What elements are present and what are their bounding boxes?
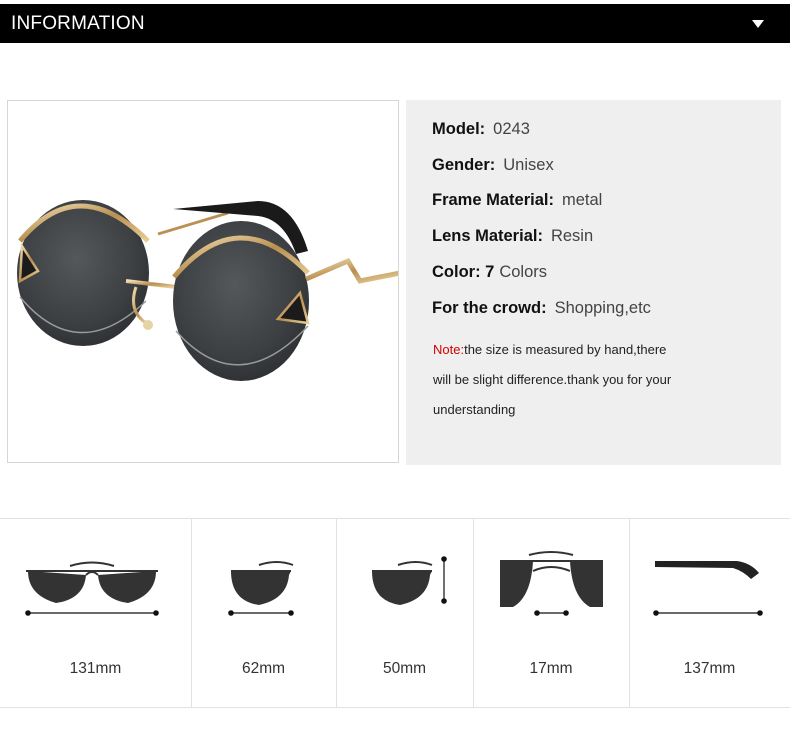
temple-length-icon (653, 561, 763, 616)
dim-value: 62mm (241, 660, 286, 677)
note-prefix: Note: (433, 342, 465, 357)
spec-frame-material: Frame Material: metal (432, 191, 603, 209)
information-header[interactable]: INFORMATION (0, 4, 790, 43)
dim-value: 17mm (529, 660, 573, 677)
caret-down-icon[interactable] (752, 19, 764, 28)
spec-gender: Gender: Unisex (432, 156, 554, 174)
spec-model: Model: 0243 (432, 120, 530, 138)
spec-color: Color: 7 Colors (432, 263, 548, 281)
dim-value: 131mm (69, 660, 122, 677)
dim-lens-width: 62mm (191, 519, 337, 707)
note-line-1: Note:the size is measured by hand,there (433, 342, 667, 357)
dim-value: 137mm (683, 660, 736, 677)
lens-width-icon (228, 561, 294, 616)
dim-bridge-width: 17mm (473, 519, 630, 707)
dimension-strip: 131mm 62mm 50mm 17mm 137mm (0, 518, 790, 708)
lens-height-icon (372, 556, 447, 605)
dim-temple-length: 137mm (629, 519, 790, 707)
header-title: INFORMATION (11, 12, 145, 34)
note-line-3: understanding (433, 402, 516, 417)
bridge-width-icon (500, 551, 603, 616)
dim-value: 50mm (382, 660, 427, 677)
dim-lens-height: 50mm (336, 519, 474, 707)
spec-crowd: For the crowd: Shopping,etc (432, 299, 651, 317)
spec-lens-material: Lens Material: Resin (432, 227, 594, 245)
spec-panel: Model: 0243 Gender: Unisex Frame Material:… (406, 100, 781, 465)
dim-total-width: 131mm (0, 519, 192, 707)
product-image (7, 100, 399, 463)
sunglasses-photo (17, 200, 398, 381)
total-width-icon (25, 561, 159, 616)
note-line-2: will be slight difference.thank you for … (433, 372, 672, 387)
